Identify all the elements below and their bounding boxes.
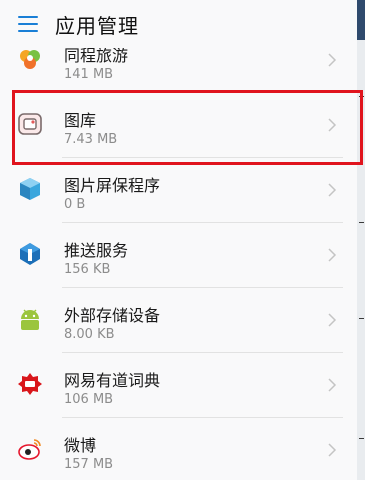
chevron-right-icon — [328, 53, 337, 67]
app-row-external-storage[interactable]: 外部存储设备 8.00 KB — [0, 288, 357, 353]
app-name: 图库 — [64, 111, 97, 130]
app-size: 141 MB — [64, 67, 114, 82]
background-mark — [359, 96, 364, 97]
gallery-icon — [18, 113, 42, 135]
weibo-icon — [18, 439, 41, 460]
app-name: 推送服务 — [64, 241, 129, 260]
app-row-youdao-dict[interactable]: 网易有道词典 106 MB — [0, 353, 357, 418]
app-size: 156 KB — [64, 262, 111, 277]
app-size: 8.00 KB — [64, 327, 115, 342]
background-window-edge — [357, 0, 365, 480]
app-row-weibo[interactable]: 微博 157 MB — [0, 418, 357, 480]
chevron-right-icon — [328, 313, 337, 327]
menu-icon[interactable] — [18, 16, 38, 32]
app-name: 网易有道词典 — [64, 371, 161, 390]
app-name: 外部存储设备 — [64, 306, 161, 325]
app-name: 微博 — [64, 436, 97, 455]
tongcheng-icon — [20, 50, 40, 69]
chevron-right-icon — [328, 183, 337, 197]
app-row-screensaver[interactable]: 图片屏保程序 0 B — [0, 158, 357, 223]
background-window-bar — [357, 0, 365, 40]
app-row-gallery[interactable]: 图库 7.43 MB — [0, 93, 357, 158]
app-size: 0 B — [64, 197, 86, 212]
chevron-right-icon — [328, 118, 337, 132]
app-name: 图片屏保程序 — [64, 176, 161, 195]
app-row-push-service[interactable]: 推送服务 156 KB — [0, 223, 357, 288]
background-mark — [359, 438, 364, 439]
background-mark — [359, 318, 364, 319]
screensaver-icon — [20, 178, 40, 200]
app-size: 157 MB — [64, 457, 114, 472]
push-service-icon — [20, 243, 40, 265]
youdao-dict-icon — [18, 373, 42, 395]
app-bar: 应用管理 — [0, 0, 357, 48]
chevron-right-icon — [328, 248, 337, 262]
app-size: 106 MB — [64, 392, 114, 407]
android-icon — [21, 309, 39, 330]
app-management-panel: 同程旅游 141 MB 图库 7.43 MB 图片屏保程序 0 B 推送服务 1… — [0, 0, 357, 480]
page-title: 应用管理 — [55, 14, 139, 38]
background-mark — [359, 222, 364, 223]
chevron-right-icon — [328, 378, 337, 392]
chevron-right-icon — [328, 443, 337, 457]
app-size: 7.43 MB — [64, 132, 118, 147]
